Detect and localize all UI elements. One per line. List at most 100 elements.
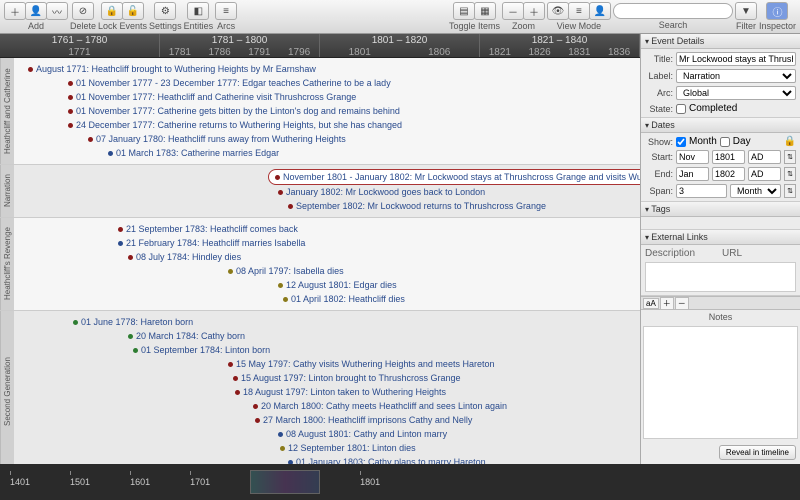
view-3[interactable]: 👤 (589, 2, 611, 20)
label-label: Label: (645, 71, 673, 81)
ext-head[interactable]: External Links (641, 230, 800, 245)
event-item[interactable]: 21 September 1783: Heathcliff comes back (118, 222, 640, 236)
end-month[interactable] (676, 167, 709, 181)
tags-head[interactable]: Tags (641, 202, 800, 217)
lock-button[interactable]: 🔒 (101, 2, 123, 20)
arc-select[interactable]: Global (676, 86, 796, 100)
overview-bar[interactable]: 14011501160117011801 (0, 464, 800, 500)
search-input[interactable] (613, 3, 733, 19)
event-item[interactable]: September 1802: Mr Lockwood returns to T… (288, 199, 640, 213)
start-month[interactable] (676, 150, 709, 164)
zoom-label: Zoom (512, 21, 535, 31)
inspector-label: Inspector (759, 21, 796, 31)
event-item[interactable]: November 1801 - January 1802: Mr Lockwoo… (268, 169, 640, 185)
toggle-2[interactable]: ▦ (474, 2, 496, 20)
day-check[interactable] (720, 137, 730, 147)
viewmode-label: View Mode (557, 21, 601, 31)
settings-button[interactable]: ⚙ (154, 2, 176, 20)
search-label: Search (659, 20, 688, 30)
month-check[interactable] (676, 137, 686, 147)
event-item[interactable]: 01 November 1777: Heathcliff and Catheri… (68, 90, 640, 104)
add-button[interactable]: ＋ (4, 2, 26, 20)
completed-check[interactable] (676, 104, 686, 114)
span-step[interactable]: ⇅ (784, 184, 796, 198)
delete-button[interactable]: ⊘ (72, 2, 94, 20)
notes-area[interactable] (643, 326, 798, 439)
event-item[interactable]: 01 November 1777 - 23 December 1777: Edg… (68, 76, 640, 90)
event-item[interactable]: 20 March 1800: Cathy meets Heathcliff an… (253, 399, 640, 413)
toggle-1[interactable]: ▤ (453, 2, 475, 20)
toggle-label: Toggle Items (449, 21, 500, 31)
event-item[interactable]: 15 May 1797: Cathy visits Wuthering Heig… (228, 357, 640, 371)
overview-year: 1601 (130, 477, 150, 487)
start-era[interactable] (748, 150, 781, 164)
event-item[interactable]: 27 March 1800: Heathcliff imprisons Cath… (255, 413, 640, 427)
filter-button[interactable]: ▼ (735, 2, 757, 20)
lock-icon[interactable]: 🔒 (784, 136, 796, 147)
track-label: Heathcliff and Catherine (0, 58, 14, 164)
notes-toolbar: aA＋－ (641, 296, 800, 310)
view-1[interactable]: 👁 (547, 2, 569, 20)
day-text: Day (733, 136, 751, 147)
event-item[interactable]: August 1771: Heathcliff brought to Wuthe… (28, 62, 640, 76)
event-item[interactable]: 21 February 1784: Heathcliff marries Isa… (118, 236, 640, 250)
event-item[interactable]: 12 August 1801: Edgar dies (278, 278, 640, 292)
event-item[interactable]: 08 April 1797: Isabella dies (228, 264, 640, 278)
track: Heathcliff and Catherine August 1771: Hea… (0, 58, 640, 165)
zoom-in-button[interactable]: ＋ (523, 2, 545, 20)
track: Heathcliff's Revenge21 September 1783: H… (0, 218, 640, 311)
reveal-button[interactable]: Reveal in timeline (719, 445, 796, 460)
ext-links-table[interactable] (645, 262, 796, 292)
arcs-button[interactable]: ≡ (215, 2, 237, 20)
end-step[interactable]: ⇅ (784, 167, 796, 181)
ext-desc-col: Description (645, 248, 719, 259)
del-note-btn[interactable]: － (675, 297, 689, 310)
track: Second Generation 01 June 1778: Hareton b… (0, 311, 640, 464)
entities-button[interactable]: ◧ (187, 2, 209, 20)
event-item[interactable]: 07 January 1780: Heathcliff runs away fr… (88, 132, 640, 146)
event-item[interactable]: 20 March 1784: Cathy born (128, 329, 640, 343)
event-details-head[interactable]: Event Details (641, 34, 800, 49)
state-text: Completed (689, 103, 737, 114)
timeline-header: 1761 – 178017711781 – 180017811786179117… (0, 34, 640, 58)
add-note-btn[interactable]: ＋ (660, 297, 674, 310)
end-year[interactable] (712, 167, 745, 181)
add-link-button[interactable]: 〰 (46, 2, 68, 20)
track-label: Second Generation (0, 311, 14, 464)
toolbar: ＋ 👤 〰 Add ⊘Delete 🔒🔓Lock Events ⚙Setting… (0, 0, 800, 34)
tracks[interactable]: Heathcliff and Catherine August 1771: Hea… (0, 58, 640, 464)
zoom-out-button[interactable]: － (502, 2, 524, 20)
event-item[interactable]: 18 August 1797: Linton taken to Wutherin… (235, 385, 640, 399)
label-select[interactable]: Narration (676, 69, 796, 83)
span-unit[interactable]: Months (730, 184, 781, 198)
event-item[interactable]: 12 September 1801: Linton dies (280, 441, 640, 455)
event-item[interactable]: 01 September 1784: Linton born (133, 343, 640, 357)
event-item[interactable]: 01 June 1778: Hareton born (73, 315, 640, 329)
lock-label: Lock Events (98, 21, 147, 31)
dates-head[interactable]: Dates (641, 118, 800, 133)
event-item[interactable]: 24 December 1777: Catherine returns to W… (68, 118, 640, 132)
event-item[interactable]: January 1802: Mr Lockwood goes back to L… (278, 185, 640, 199)
event-item[interactable]: 01 January 1803: Cathy plans to marry Ha… (288, 455, 640, 464)
add-person-button[interactable]: 👤 (25, 2, 47, 20)
event-item[interactable]: 01 March 1783: Catherine marries Edgar (108, 146, 640, 160)
event-item[interactable]: 08 August 1801: Cathy and Linton marry (278, 427, 640, 441)
inspector-button[interactable]: ⓘ (766, 2, 788, 20)
span-value[interactable] (676, 184, 727, 198)
view-2[interactable]: ≡ (568, 2, 590, 20)
style-btn[interactable]: aA (643, 298, 659, 309)
start-label: Start: (645, 152, 673, 162)
title-field[interactable] (676, 52, 796, 66)
settings-label: Settings (149, 21, 182, 31)
start-year[interactable] (712, 150, 745, 164)
overview-viewport[interactable] (250, 470, 320, 494)
end-era[interactable] (748, 167, 781, 181)
entities-label: Entities (184, 21, 214, 31)
event-item[interactable]: 15 August 1797: Linton brought to Thrush… (233, 371, 640, 385)
unlock-button[interactable]: 🔓 (122, 2, 144, 20)
event-item[interactable]: 01 April 1802: Heathcliff dies (283, 292, 640, 306)
event-item[interactable]: 01 November 1777: Catherine gets bitten … (68, 104, 640, 118)
start-step[interactable]: ⇅ (784, 150, 796, 164)
event-item[interactable]: 08 July 1784: Hindley dies (128, 250, 640, 264)
overview-year: 1401 (10, 477, 30, 487)
